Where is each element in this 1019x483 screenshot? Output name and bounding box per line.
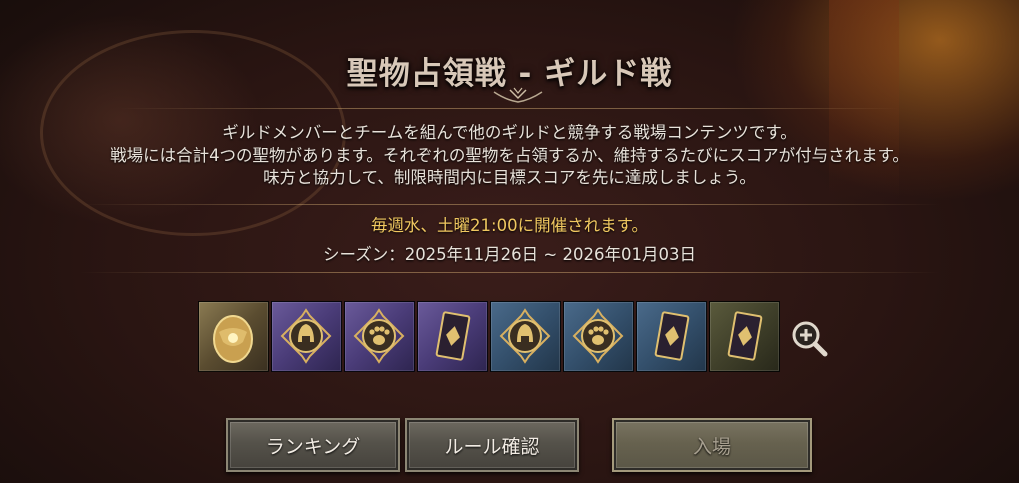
description: ギルドメンバーとチームを組んで他のギルドと競争する戦場コンテンツです。 戦場には…: [0, 122, 1019, 190]
divider-top: [120, 108, 900, 109]
reward-slot[interactable]: [271, 301, 342, 372]
reward-slot[interactable]: [636, 301, 707, 372]
ranking-button[interactable]: ランキング: [226, 418, 400, 472]
reward-slot[interactable]: [709, 301, 780, 372]
helmet-emblem-icon: [499, 308, 551, 364]
zoom-in-icon[interactable]: [789, 318, 829, 358]
enter-button[interactable]: 入場: [612, 418, 812, 472]
rules-button[interactable]: ルール確認: [405, 418, 579, 472]
card-emblem-icon: [654, 311, 690, 361]
card-emblem-icon: [727, 311, 763, 361]
reward-slot[interactable]: [198, 301, 269, 372]
card-emblem-icon: [435, 311, 471, 361]
title-ornament-icon: [493, 87, 543, 103]
divider-middle: [80, 204, 940, 205]
reward-slot[interactable]: [563, 301, 634, 372]
description-line: 味方と協力して、制限時間内に目標スコアを先に達成しましょう。: [263, 168, 756, 187]
description-line: 戦場には合計4つの聖物があります。それぞれの聖物を占領するか、維持するたびにスコ…: [110, 145, 909, 165]
helmet-emblem-icon: [280, 308, 332, 364]
divider-bottom: [80, 272, 940, 273]
reward-slot[interactable]: [417, 301, 488, 372]
season-period: シーズン：2025年11月26日 ~ 2026年01月03日: [323, 245, 696, 264]
paw-emblem-icon: [353, 308, 405, 364]
schedule-text: 毎週水、土曜21:00に開催されます。: [371, 216, 648, 235]
reward-list: [198, 301, 780, 373]
paw-emblem-icon: [572, 308, 624, 364]
description-line: ギルドメンバーとチームを組んで他のギルドと競争する戦場コンテンツです。: [222, 123, 797, 142]
reward-slot[interactable]: [344, 301, 415, 372]
golden-egg-icon: [213, 315, 253, 363]
reward-slot[interactable]: [490, 301, 561, 372]
